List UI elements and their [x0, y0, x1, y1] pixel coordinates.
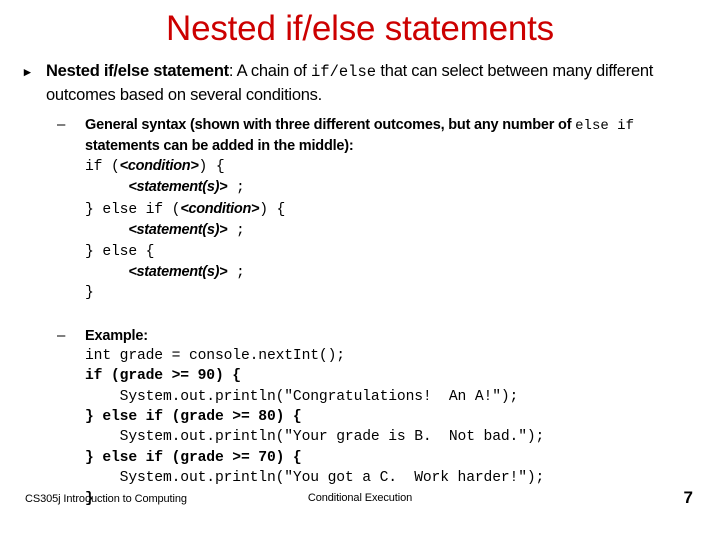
bullet2-inline-code: else if: [575, 118, 634, 134]
code-line: ) {: [259, 201, 286, 218]
code-line: ;: [227, 223, 245, 240]
condition-placeholder: <condition>: [119, 158, 199, 174]
code-line: System.out.println("Your grade is B. Not…: [85, 429, 545, 446]
condition-placeholder: <condition>: [180, 200, 260, 217]
syntax-code-block: if (<condition>) { <statement(s)> ; } el…: [0, 156, 720, 304]
code-line: ;: [227, 180, 245, 197]
bullet1-text-a: : A chain of: [228, 62, 311, 80]
dash-bullet-icon: –: [57, 326, 66, 344]
slide-footer: CS305j Introduction to Computing Conditi…: [0, 484, 720, 540]
bullet1-term: Nested if/else statement: [46, 62, 229, 80]
code-line: ;: [227, 265, 245, 282]
code-line: } else if (grade >= 80) {: [85, 409, 302, 426]
code-line: if (grade >= 90) {: [85, 368, 241, 385]
bullet1-inline-code: if/else: [310, 63, 377, 81]
footer-page-number: 7: [683, 488, 693, 507]
page-title: Nested if/else statements: [166, 9, 554, 48]
statement-placeholder: <statement(s)>: [128, 222, 228, 239]
statement-placeholder: <statement(s)>: [128, 179, 228, 196]
code-line: ) {: [198, 159, 225, 175]
bullet2-text-b: statements can be added in the middle):: [85, 138, 354, 154]
code-line: } else if (: [85, 201, 181, 218]
footer-topic-label: Conditional Execution: [307, 492, 413, 504]
code-line: if (: [85, 159, 120, 175]
dash-bullet-icon: –: [57, 116, 66, 133]
code-line: }: [85, 285, 94, 302]
code-line: int grade = console.nextInt();: [85, 347, 345, 364]
bullet3-text: Example:: [85, 327, 148, 344]
code-line: System.out.println("Congratulations! An …: [85, 388, 519, 405]
statement-placeholder: <statement(s)>: [128, 264, 228, 281]
code-line: } else {: [85, 243, 155, 260]
bullet-level2-example: – Example:: [0, 326, 720, 346]
slide-body: ▸ Nested if/else statement: A chain of if…: [0, 60, 720, 509]
bullet-level1: ▸ Nested if/else statement: A chain of if…: [0, 60, 720, 107]
code-line: } else if (grade >= 70) {: [85, 449, 302, 466]
bullet-level2-syntax: – General syntax (shown with three differ…: [0, 115, 720, 156]
bullet2-text-a: General syntax (shown with three differe…: [85, 117, 576, 133]
triangle-bullet-icon: ▸: [24, 64, 31, 79]
